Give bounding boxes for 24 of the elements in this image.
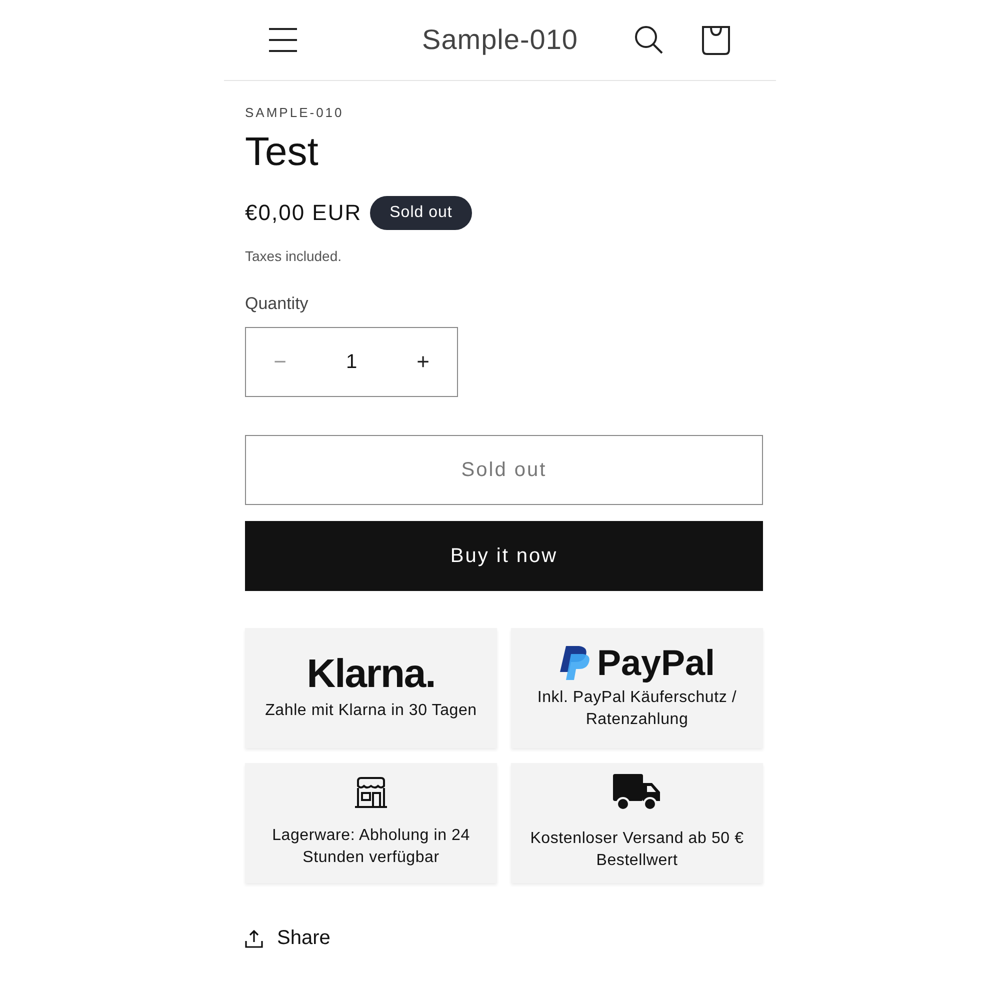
quantity-label: Quantity — [245, 294, 310, 314]
bag-icon[interactable] — [700, 24, 732, 56]
sold-out-badge: Sold out — [370, 196, 472, 230]
increase-button[interactable]: + — [405, 348, 441, 376]
paypal-logo: PayPal — [596, 645, 716, 681]
buy-now-button[interactable]: Buy it now — [245, 521, 763, 591]
feature-text: Inkl. PayPal Käuferschutz / Ratenzahlung — [536, 688, 738, 730]
tax-note: Taxes included. — [245, 248, 343, 264]
quantity-input[interactable]: 1 — [346, 350, 358, 374]
share-icon[interactable] — [245, 930, 263, 948]
klarna-logo: Klarna. — [306, 654, 436, 694]
store-name[interactable]: Sample-010 — [422, 24, 578, 56]
truck-icon — [613, 774, 661, 812]
menu-icon[interactable] — [268, 27, 298, 53]
search-icon[interactable] — [634, 25, 664, 55]
paypal-p-icon — [558, 645, 591, 681]
product-title: Test — [245, 129, 320, 176]
share-link[interactable]: Share — [277, 927, 330, 950]
vendor-label: SAMPLE-010 — [245, 105, 345, 120]
feature-text: Zahle mit Klarna in 30 Tagen — [265, 701, 477, 721]
product-price: €0,00 EUR — [245, 200, 362, 226]
store-icon — [354, 777, 388, 809]
feature-text: Lagerware: Abholung in 24 Stunden verfügbar — [271, 826, 471, 868]
feature-text: Kostenloser Versand ab 50 € Bestellwert — [529, 829, 745, 871]
